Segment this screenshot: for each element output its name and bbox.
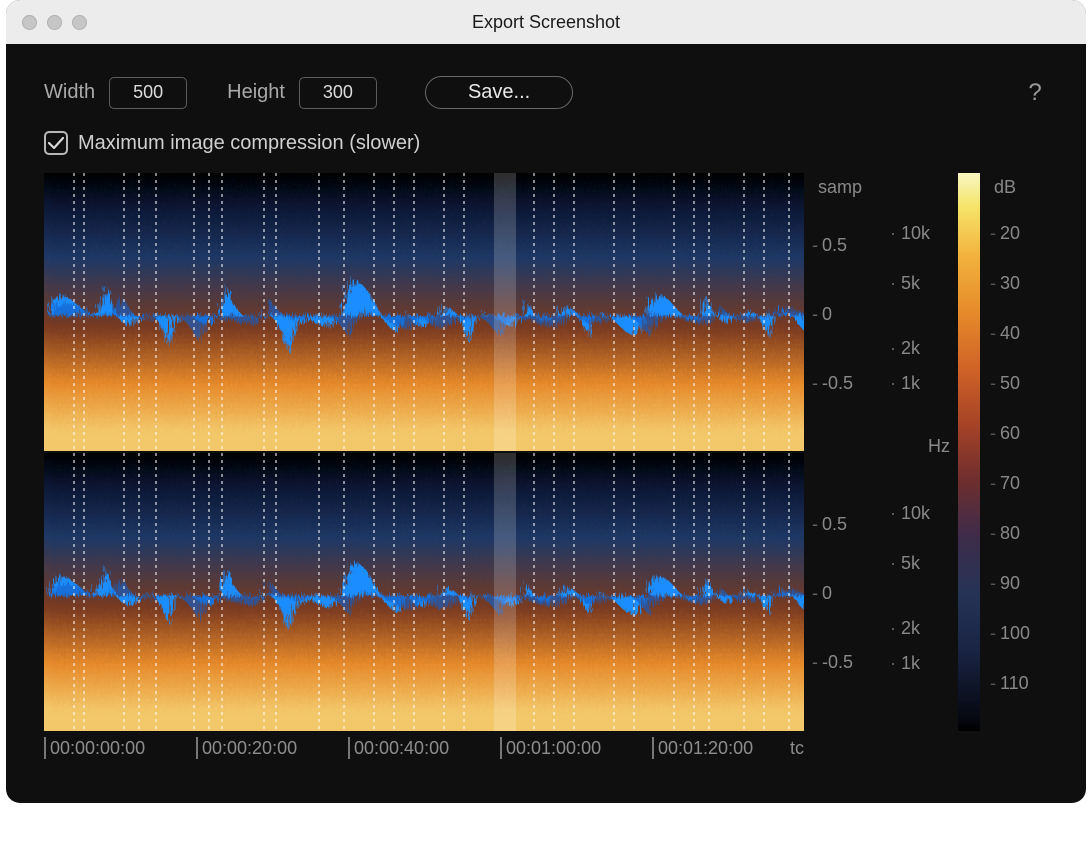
freq-tick-2: 2k — [901, 338, 920, 358]
time-tick-2: 00:00:40:00 — [354, 738, 449, 759]
db-tick-3: 50 — [1000, 373, 1020, 394]
freq-unit: Hz — [928, 436, 950, 457]
freq-tick-1: 5k — [901, 273, 920, 293]
height-input[interactable] — [299, 77, 377, 109]
sample-scale: samp 0.5 0 -0.5 0.5 0 -0.5 — [812, 173, 882, 763]
db-tick-2: 40 — [1000, 323, 1020, 344]
height-label: Height — [227, 81, 285, 104]
freq-tick-0: 10k — [901, 223, 930, 243]
dialog-content: Width Height Save... ? Maximum image com… — [6, 44, 1086, 803]
window-title: Export Screenshot — [6, 12, 1086, 33]
db-tick-8: 100 — [1000, 623, 1030, 644]
save-button[interactable]: Save... — [425, 76, 573, 109]
db-tick-9: 110 — [1000, 673, 1029, 694]
db-tick-0: 20 — [1000, 223, 1020, 244]
samp-tick-3: 0.5 — [822, 514, 847, 535]
frequency-scale: 10k 5k 2k 1k Hz 10k 5k 2k 1k — [890, 173, 950, 763]
samp-tick-1: 0 — [822, 304, 832, 325]
time-tick-4: 00:01:20:00 — [658, 738, 753, 759]
db-gradient-icon — [958, 173, 980, 731]
freq-tick-3: 1k — [901, 373, 920, 393]
titlebar[interactable]: Export Screenshot — [6, 0, 1086, 44]
compression-option: Maximum image compression (slower) — [44, 131, 1048, 155]
size-controls-row: Width Height Save... ? — [44, 76, 1048, 109]
width-input[interactable] — [109, 77, 187, 109]
audio-track-left — [44, 173, 804, 451]
db-legend: dB 20 30 40 50 60 70 80 90 100 110 — [958, 173, 1048, 763]
db-tick-4: 60 — [1000, 423, 1020, 444]
time-ruler: 00:00:00:00 00:00:20:00 00:00:40:00 00:0… — [44, 733, 804, 763]
samp-tick-0: 0.5 — [822, 235, 847, 256]
time-tick-0: 00:00:00:00 — [50, 738, 145, 759]
compression-checkbox[interactable] — [44, 131, 68, 155]
tracks-column: 00:00:00:00 00:00:20:00 00:00:40:00 00:0… — [44, 173, 804, 763]
db-tick-1: 30 — [1000, 273, 1020, 294]
help-icon[interactable]: ? — [1022, 80, 1048, 106]
freq-tick-5: 5k — [901, 553, 920, 573]
audio-track-right — [44, 453, 804, 731]
compression-label: Maximum image compression (slower) — [78, 132, 420, 155]
samp-tick-5: -0.5 — [822, 652, 853, 673]
width-label: Width — [44, 81, 95, 104]
freq-tick-7: 1k — [901, 653, 920, 673]
dialog-window: Export Screenshot Width Height Save... ?… — [6, 0, 1086, 803]
db-tick-7: 90 — [1000, 573, 1020, 594]
time-unit: tc — [790, 738, 804, 759]
preview-area: 00:00:00:00 00:00:20:00 00:00:40:00 00:0… — [44, 173, 1048, 763]
db-unit: dB — [994, 177, 1016, 198]
time-tick-1: 00:00:20:00 — [202, 738, 297, 759]
samp-tick-2: -0.5 — [822, 373, 853, 394]
freq-tick-4: 10k — [901, 503, 930, 523]
samp-tick-4: 0 — [822, 583, 832, 604]
db-tick-6: 80 — [1000, 523, 1020, 544]
db-tick-5: 70 — [1000, 473, 1020, 494]
samp-unit: samp — [818, 177, 862, 198]
freq-tick-6: 2k — [901, 618, 920, 638]
time-tick-3: 00:01:00:00 — [506, 738, 601, 759]
